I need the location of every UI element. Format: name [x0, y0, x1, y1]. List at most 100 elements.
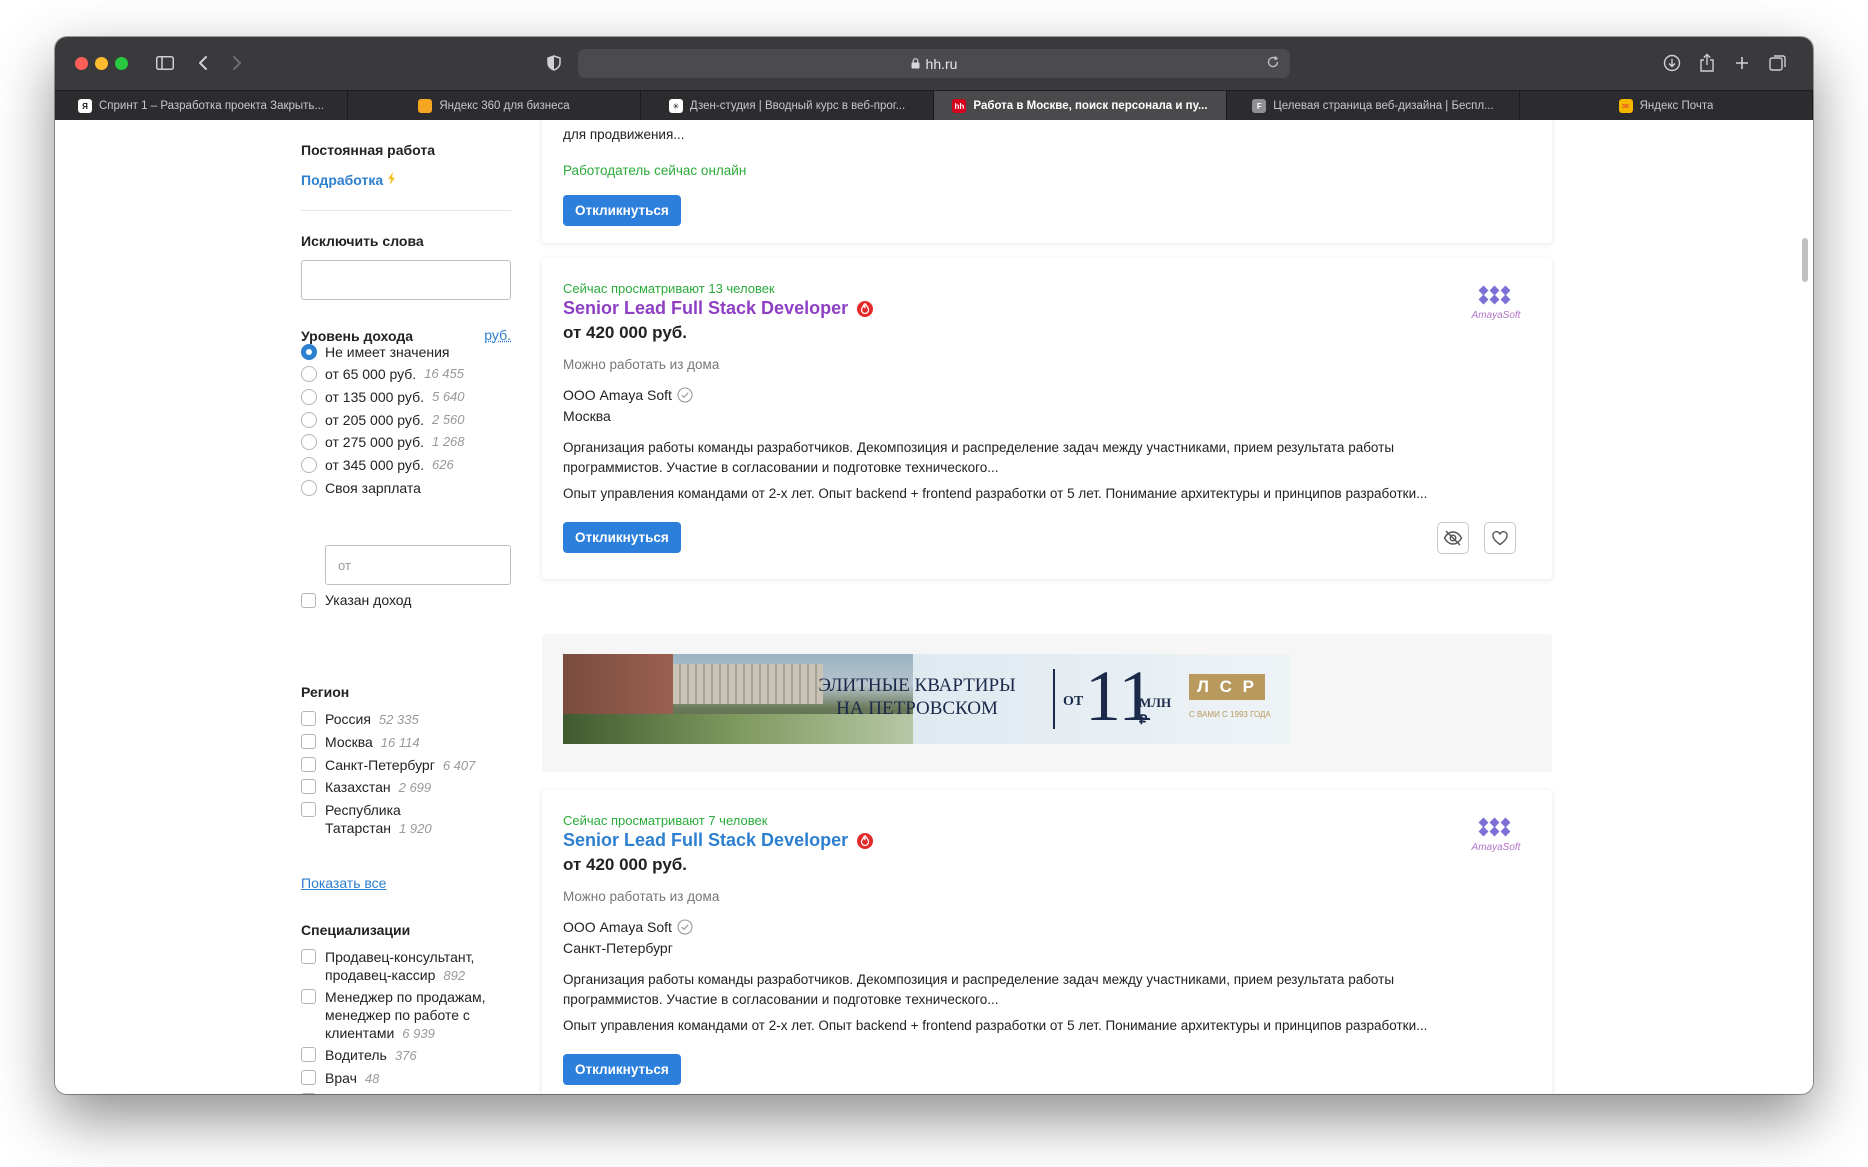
company-name-link[interactable]: ООО Amaya Soft — [563, 387, 672, 403]
company-name[interactable]: ООО Amaya Soft — [563, 919, 693, 935]
specialization-checkbox[interactable]: Продавец-консультант, продавец-кассир 892 — [301, 948, 474, 985]
income-option-label: от 65 000 руб. — [325, 366, 417, 382]
address-bar[interactable]: hh.ru — [578, 49, 1290, 78]
forward-icon[interactable] — [223, 50, 251, 76]
region-count: 1 920 — [399, 821, 432, 836]
ad-banner[interactable]: ЭЛИТНЫЕ КВАРТИРЫ НА ПЕТРОВСКОМ ОТ 11 МЛН… — [563, 654, 1291, 744]
close-window-button[interactable] — [75, 57, 88, 70]
income-radio-option[interactable]: от 135 000 руб. 5 640 — [301, 389, 465, 405]
region-checkbox[interactable]: Казахстан 2 699 — [301, 778, 431, 797]
reload-icon[interactable] — [1266, 55, 1280, 72]
specialization-checkbox[interactable]: Водитель 376 — [301, 1046, 417, 1065]
vacancy-card[interactable]: Сейчас просматривают 7 человек Senior Le… — [542, 790, 1552, 1094]
favorite-heart-icon[interactable] — [1484, 522, 1516, 554]
hide-vacancy-eye-off-icon[interactable] — [1437, 522, 1469, 554]
region-count: 52 335 — [378, 712, 419, 727]
custom-salary-input[interactable]: от — [325, 545, 511, 585]
income-radio-option[interactable]: от 345 000 руб. 626 — [301, 457, 454, 473]
exclude-words-input[interactable] — [301, 260, 511, 300]
radio-button[interactable] — [301, 480, 317, 496]
tab-overview-icon[interactable] — [1764, 50, 1792, 76]
region-count: 6 407 — [442, 758, 476, 773]
radio-button[interactable] — [301, 344, 317, 360]
vacancy-title[interactable]: Senior Lead Full Stack Developer — [563, 298, 874, 319]
checkbox-box[interactable] — [301, 593, 316, 608]
specialization-checkbox[interactable]: Менеджер по продажам, менеджер по работе … — [301, 988, 486, 1043]
employer-online-label: Работодатель сейчас онлайн — [563, 163, 747, 178]
vacancy-title-link[interactable]: Senior Lead Full Stack Developer — [563, 298, 848, 319]
specialization-count: 6 939 — [402, 1026, 435, 1041]
vacancy-title[interactable]: Senior Lead Full Stack Developer — [563, 830, 874, 851]
radio-button[interactable] — [301, 389, 317, 405]
share-icon[interactable] — [1693, 50, 1721, 76]
income-radio-option[interactable]: Своя зарплата — [301, 480, 421, 496]
region-checkbox[interactable]: Санкт-Петербург 6 407 — [301, 756, 475, 775]
browser-tab[interactable]: F Целевая страница веб-дизайна | Беспл... — [1227, 91, 1520, 121]
radio-button[interactable] — [301, 434, 317, 450]
browser-tab[interactable]: ✉ Яндекс Почта — [1520, 91, 1813, 121]
sidebar-toggle-icon[interactable] — [151, 50, 179, 76]
browser-tab[interactable]: Яндекс 360 для бизнеса — [348, 91, 641, 121]
company-name-link[interactable]: ООО Amaya Soft — [563, 919, 672, 935]
part-time-link[interactable]: Подработка — [301, 172, 383, 188]
radio-button[interactable] — [301, 366, 317, 382]
back-icon[interactable] — [189, 50, 217, 76]
checkbox-box[interactable] — [301, 711, 316, 726]
apply-button[interactable]: Откликнуться — [563, 522, 681, 553]
region-checkbox[interactable]: Россия 52 335 — [301, 710, 419, 729]
region-checkbox[interactable]: Республика Татарстан 1 920 — [301, 801, 432, 838]
browser-tab[interactable]: ✳ Дзен-студия | Вводный курс в веб-прог..… — [641, 91, 934, 121]
income-radio-option[interactable]: Не имеет значения — [301, 344, 449, 360]
new-tab-icon[interactable] — [1728, 50, 1756, 76]
lightning-icon — [387, 172, 396, 188]
vacancy-salary: от 420 000 руб. — [563, 855, 688, 874]
income-radio-option[interactable]: от 275 000 руб. 1 268 — [301, 434, 465, 450]
company-logo-text: AmayaSoft — [1471, 842, 1521, 853]
specialization-checkbox[interactable]: Другое3 374 — [301, 1092, 410, 1094]
viewers-count: Сейчас просматривают 7 человек — [563, 813, 768, 828]
income-specified-checkbox[interactable]: Указан доход — [301, 592, 411, 608]
checkbox-box[interactable] — [301, 734, 316, 749]
checkbox-box[interactable] — [301, 1070, 316, 1085]
company-name[interactable]: ООО Amaya Soft — [563, 387, 693, 403]
specialization-checkbox[interactable]: Врач 48 — [301, 1069, 379, 1088]
title-bar: hh.ru — [55, 37, 1813, 90]
tab-label: Дзен-студия | Вводный курс в веб-прог... — [689, 100, 906, 112]
checkbox-box[interactable] — [301, 757, 316, 772]
currency-selector[interactable]: руб. — [484, 327, 511, 343]
show-all-regions-link[interactable]: Показать все — [301, 875, 386, 891]
page-scrollbar[interactable] — [1802, 238, 1808, 282]
radio-button[interactable] — [301, 457, 317, 473]
downloads-icon[interactable] — [1658, 50, 1686, 76]
privacy-shield-icon[interactable] — [540, 50, 568, 76]
browser-tab[interactable]: Я Спринт 1 – Разработка проекта Закрыть..… — [55, 91, 348, 121]
checkbox-box[interactable] — [301, 989, 316, 1004]
minimize-window-button[interactable] — [95, 57, 108, 70]
vacancy-title-link[interactable]: Senior Lead Full Stack Developer — [563, 830, 848, 851]
checkbox-box[interactable] — [301, 779, 316, 794]
tab-label: Работа в Москве, поиск персонала и пу... — [973, 100, 1208, 112]
checkbox-box[interactable] — [301, 1093, 316, 1094]
checkbox-box[interactable] — [301, 802, 316, 817]
income-radio-option[interactable]: от 205 000 руб. 2 560 — [301, 412, 465, 428]
ad-banner-container: ЭЛИТНЫЕ КВАРТИРЫ НА ПЕТРОВСКОМ ОТ 11 МЛН… — [542, 634, 1552, 772]
filter-permanent-job[interactable]: Постоянная работа — [301, 142, 435, 158]
zoom-window-button[interactable] — [115, 57, 128, 70]
filter-part-time[interactable]: Подработка — [301, 172, 396, 188]
region-checkbox[interactable]: Москва 16 114 — [301, 733, 420, 752]
browser-tab[interactable]: hh Работа в Москве, поиск персонала и пу.… — [934, 91, 1227, 121]
radio-button[interactable] — [301, 412, 317, 428]
company-logo[interactable]: AmayaSoft — [1466, 817, 1526, 853]
tab-label: Яндекс 360 для бизнеса — [439, 100, 570, 112]
apply-button[interactable]: Откликнуться — [563, 1054, 681, 1085]
checkbox-box[interactable] — [301, 1047, 316, 1062]
vacancy-card[interactable]: Сейчас просматривают 13 человек Senior L… — [542, 258, 1552, 579]
checkbox-box[interactable] — [301, 949, 316, 964]
company-logo[interactable]: AmayaSoft — [1466, 285, 1526, 321]
income-option-label: Своя зарплата — [325, 480, 421, 496]
income-radio-option[interactable]: от 65 000 руб. 16 455 — [301, 366, 464, 382]
apply-button[interactable]: Откликнуться — [563, 195, 681, 226]
amayasoft-logo-mark — [1478, 817, 1511, 837]
banner-price-unit: МЛН — [1139, 695, 1172, 710]
amayasoft-logo-mark — [1478, 285, 1511, 305]
